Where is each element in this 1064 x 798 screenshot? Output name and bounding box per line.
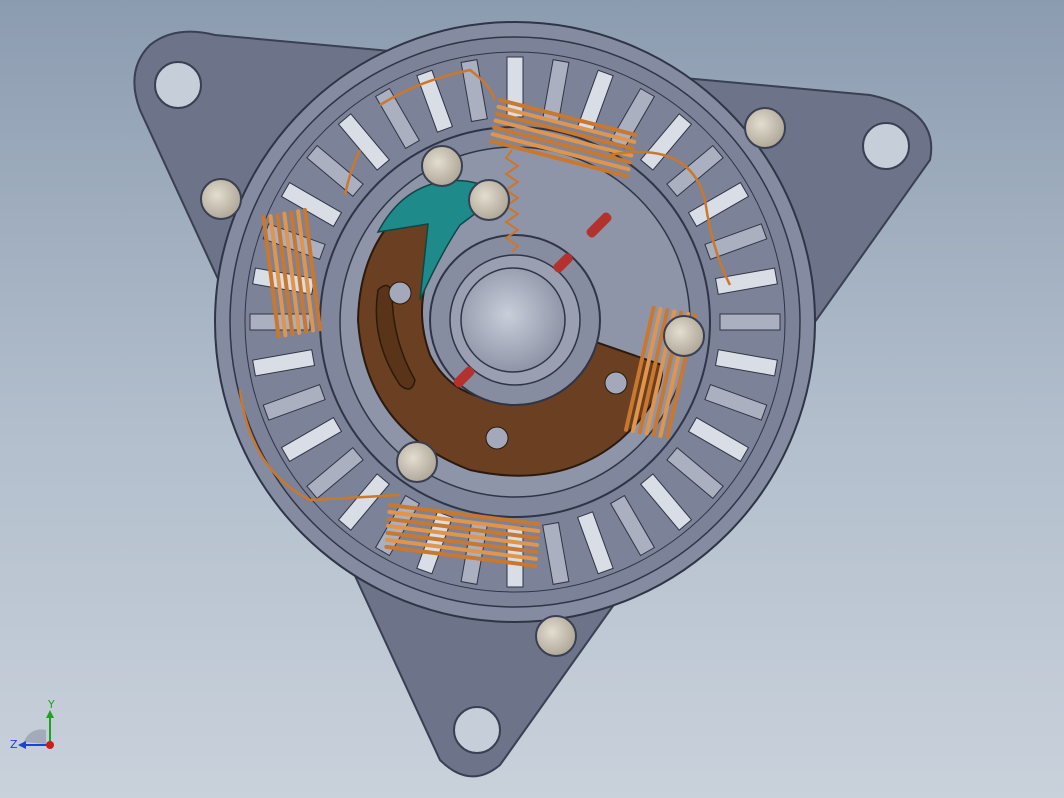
origin-icon	[46, 741, 54, 749]
mount-hole-icon	[453, 706, 501, 754]
coordinate-triad: Y Z	[10, 700, 55, 751]
plate-hole	[604, 371, 628, 395]
bolt-head-icon	[744, 107, 786, 149]
bolt-head-icon	[421, 145, 463, 187]
mount-hole-icon	[154, 61, 202, 109]
bolt-head-icon	[200, 178, 242, 220]
bolt-head-icon	[396, 441, 438, 483]
bolt-head-icon	[468, 179, 510, 221]
stator-slot	[719, 313, 781, 331]
bearing	[460, 267, 566, 373]
alternator-model[interactable]	[0, 0, 1064, 798]
cad-viewport[interactable]: Y Z	[0, 0, 1064, 798]
z-axis-label: Z	[10, 738, 18, 751]
bolt-head-icon	[535, 615, 577, 657]
bolt-head-icon	[663, 315, 705, 357]
stator-slot	[249, 313, 311, 331]
plate-hole	[485, 426, 509, 450]
y-axis-label: Y	[47, 700, 55, 711]
plate-hole	[388, 281, 412, 305]
mount-hole-icon	[862, 122, 910, 170]
